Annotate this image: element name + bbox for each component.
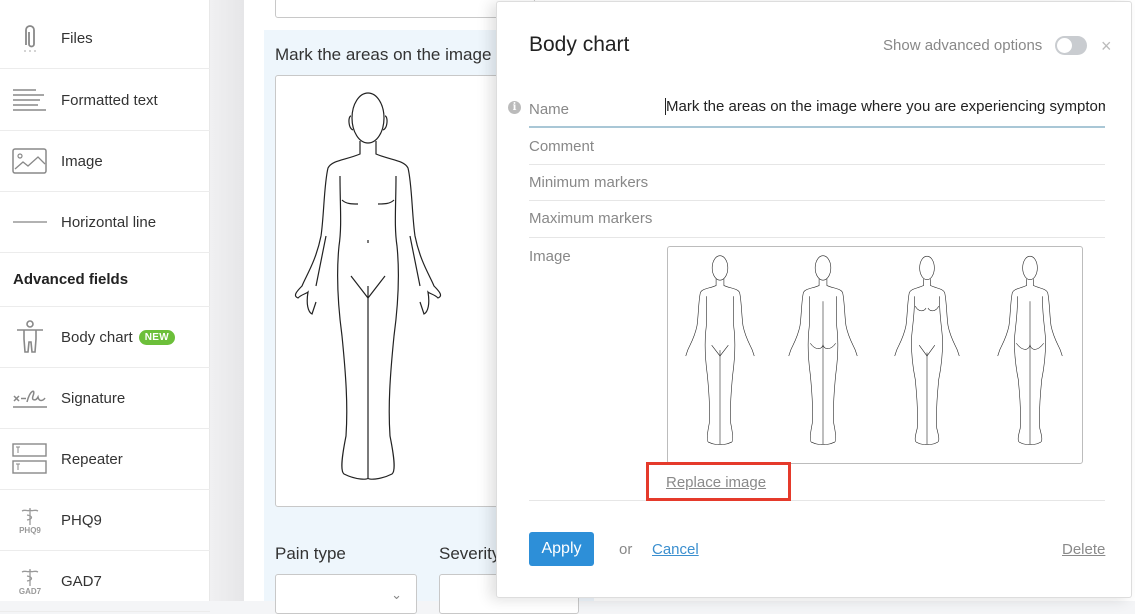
name-label: Name bbox=[529, 101, 570, 118]
body-figure-front bbox=[294, 92, 442, 480]
sidebar-item-gad7[interactable]: GAD7 GAD7 bbox=[0, 551, 210, 612]
caduceus-icon: PHQ9 bbox=[12, 502, 48, 538]
figure-male-back bbox=[788, 255, 858, 445]
sidebar-item-signature[interactable]: Signature bbox=[0, 368, 210, 429]
sidebar-item-label: Repeater bbox=[61, 450, 123, 468]
formatted-text-icon bbox=[12, 82, 48, 118]
sidebar-item-formatted-text[interactable]: Formatted text bbox=[0, 70, 210, 131]
info-icon[interactable]: i bbox=[508, 101, 521, 114]
signature-icon bbox=[12, 380, 48, 416]
figure-male-front bbox=[685, 255, 755, 445]
severity-label: Severity bbox=[439, 544, 501, 563]
minimum-markers-label: Minimum markers bbox=[529, 174, 649, 191]
minimum-markers-row[interactable]: Minimum markers bbox=[529, 165, 1105, 201]
sidebar-item-label: Signature bbox=[61, 389, 126, 407]
body-icon bbox=[12, 319, 48, 355]
sidebar-item-label: Image bbox=[61, 152, 103, 170]
sidebar-item-phq9[interactable]: PHQ9 PHQ9 bbox=[0, 490, 210, 551]
comment-label: Comment bbox=[529, 138, 595, 155]
paperclip-icon bbox=[12, 20, 48, 56]
sidebar-item-files[interactable]: Files bbox=[0, 8, 210, 69]
advanced-fields-heading: Advanced fields bbox=[13, 271, 129, 288]
name-input[interactable] bbox=[665, 98, 1105, 115]
sidebar-item-label: Formatted text bbox=[61, 91, 158, 109]
toggle-knob bbox=[1057, 38, 1072, 53]
pain-type-label: Pain type bbox=[275, 544, 346, 563]
pain-type-select[interactable]: ⌄ bbox=[275, 574, 417, 614]
modal-title: Body chart bbox=[529, 33, 630, 56]
new-badge: NEW bbox=[138, 329, 175, 345]
replace-image-link[interactable]: Replace image bbox=[666, 474, 766, 491]
canvas-gutter bbox=[210, 0, 244, 601]
close-icon[interactable]: × bbox=[1101, 36, 1112, 57]
sidebar-item-image[interactable]: Image bbox=[0, 131, 210, 192]
caduceus-icon: GAD7 bbox=[12, 563, 48, 599]
comment-field-row[interactable]: Comment bbox=[529, 129, 1105, 165]
field-palette-sidebar: Files Formatted text Image Horizontal li… bbox=[0, 0, 210, 612]
horizontal-line-icon bbox=[12, 204, 48, 240]
maximum-markers-label: Maximum markers bbox=[529, 210, 653, 227]
advanced-options-label: Show advanced options bbox=[883, 37, 1043, 54]
sidebar-item-label: Files bbox=[61, 29, 93, 47]
sidebar-item-body-chart[interactable]: Body chart NEW bbox=[0, 307, 210, 368]
sidebar-item-horizontal-line[interactable]: Horizontal line bbox=[0, 192, 210, 253]
sidebar-item-label: PHQ9 bbox=[61, 511, 102, 529]
image-icon bbox=[12, 143, 48, 179]
body-chart-settings-modal: Body chart Show advanced options × i Nam… bbox=[496, 1, 1132, 598]
figure-female-back bbox=[997, 255, 1063, 445]
sidebar-item-repeater[interactable]: Repeater bbox=[0, 429, 210, 490]
sidebar-item-label: Body chart NEW bbox=[61, 329, 175, 346]
repeater-icon bbox=[12, 441, 48, 477]
sidebar-item-label: GAD7 bbox=[61, 572, 102, 590]
body-chart-canvas[interactable] bbox=[275, 75, 515, 507]
figure-female-front bbox=[894, 255, 960, 445]
image-label: Image bbox=[529, 248, 571, 265]
name-field-row: Name bbox=[529, 92, 1105, 128]
apply-button[interactable]: Apply bbox=[529, 532, 594, 566]
cancel-link[interactable]: Cancel bbox=[652, 541, 699, 558]
sidebar-item-label: Horizontal line bbox=[61, 213, 157, 231]
body-chart-image-preview bbox=[667, 246, 1083, 464]
advanced-options-toggle[interactable] bbox=[1055, 36, 1087, 55]
delete-link[interactable]: Delete bbox=[1062, 541, 1105, 558]
or-separator: or bbox=[619, 541, 633, 558]
maximum-markers-row[interactable]: Maximum markers bbox=[529, 201, 1105, 238]
